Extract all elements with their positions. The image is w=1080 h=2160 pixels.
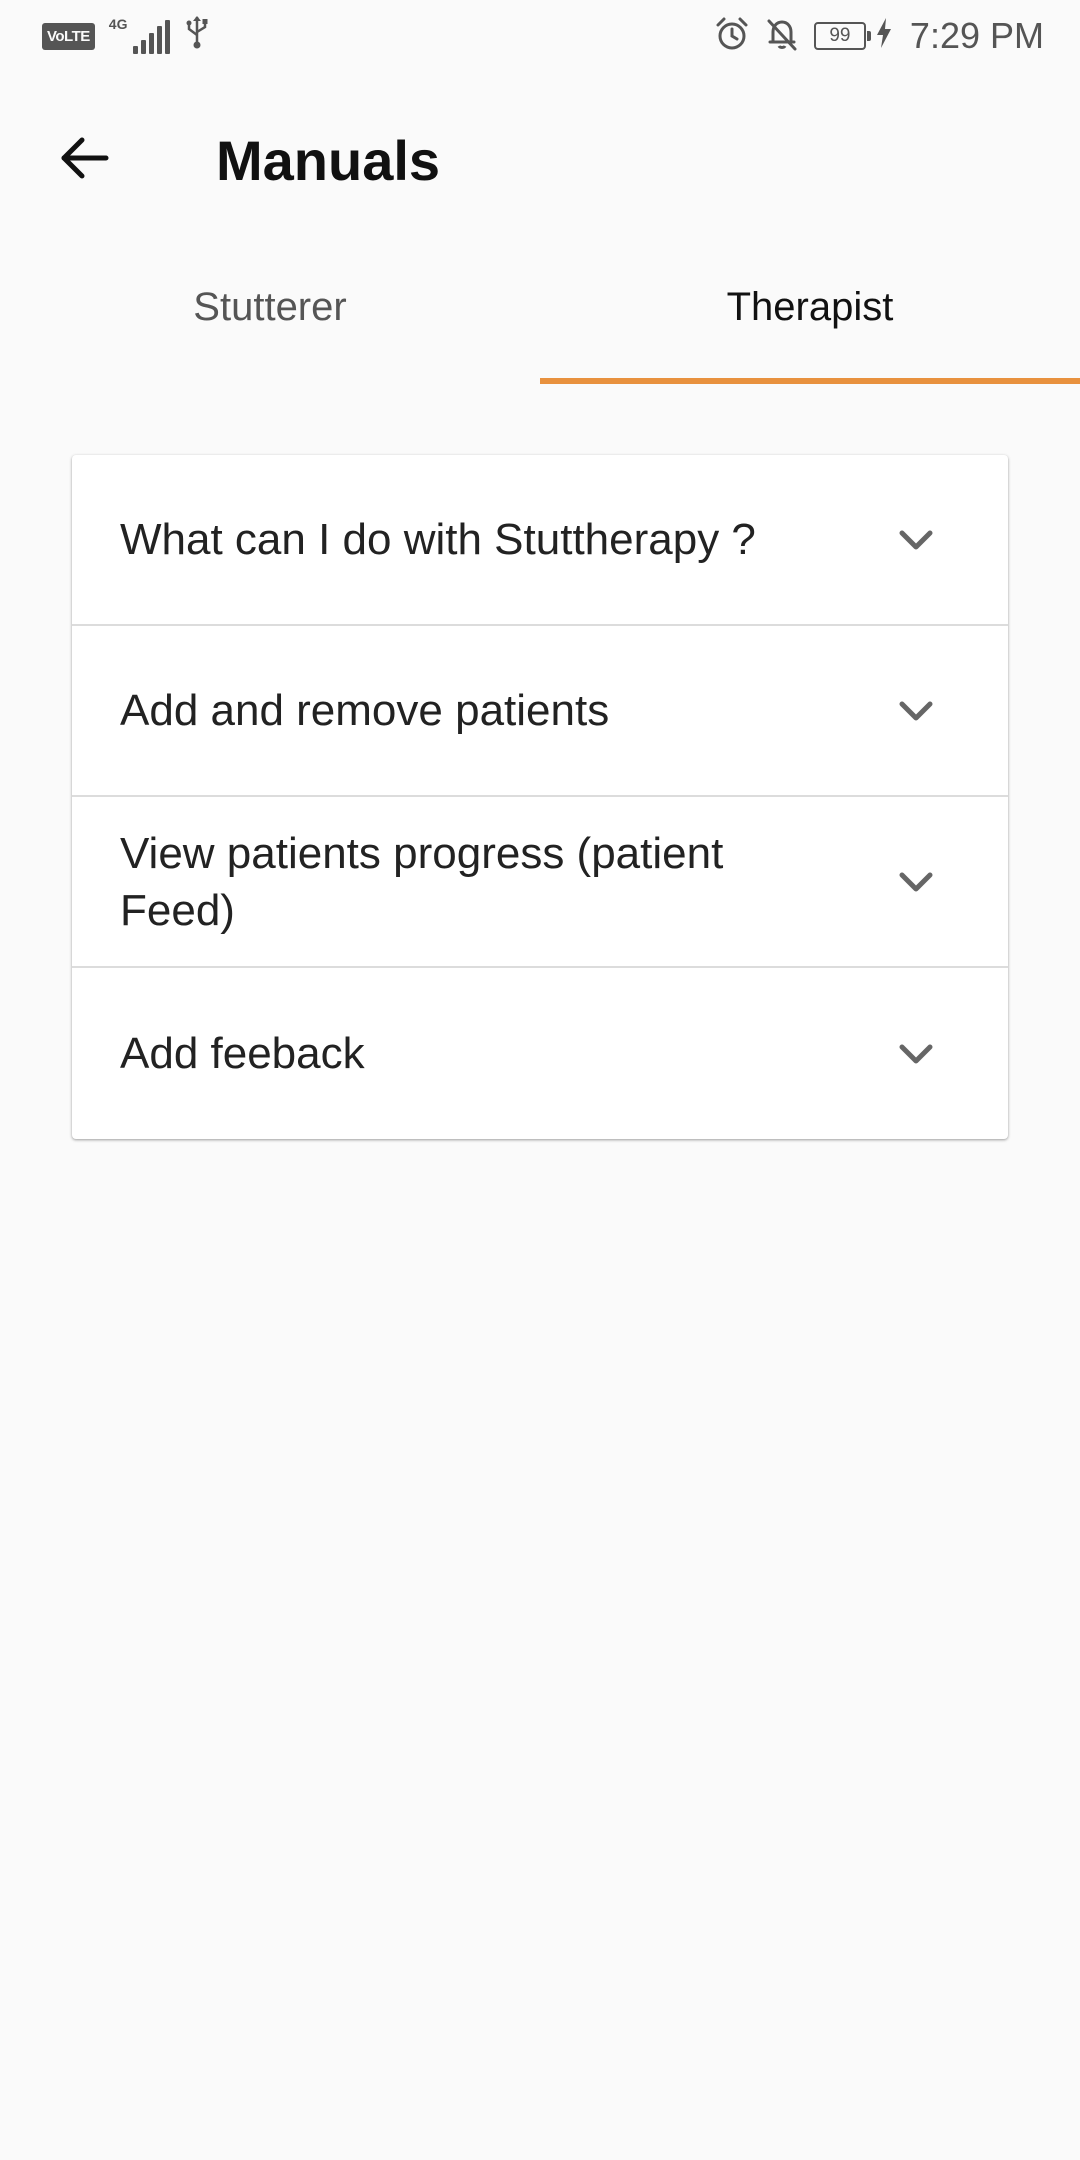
chevron-down-icon[interactable] [894,689,938,733]
status-bar: VoLTE 4G 99 7:29 PM [0,0,1080,72]
tab-bar: Stutterer Therapist [0,250,1080,384]
alarm-icon [714,16,750,57]
tab-stutterer[interactable]: Stutterer [0,250,540,384]
charging-icon [876,17,892,55]
accordion-item-view-progress[interactable]: View patients progress (patient Feed) [72,797,1008,968]
accordion-item-add-feedback[interactable]: Add feeback [72,968,1008,1139]
accordion-item-title: Add and remove patients [120,686,610,735]
bell-off-icon [764,16,800,57]
accordion-item-title: Add feeback [120,1029,365,1078]
accordion-item-what-can-i-do[interactable]: What can I do with Stuttherapy ? [72,455,1008,626]
volte-icon: VoLTE [42,22,95,50]
accordion-item-title: What can I do with Stuttherapy ? [120,515,756,564]
tab-therapist[interactable]: Therapist [540,250,1080,384]
status-left: VoLTE 4G [42,15,210,57]
chevron-down-icon[interactable] [894,1032,938,1076]
chevron-down-icon[interactable] [894,860,938,904]
status-time: 7:29 PM [909,15,1044,56]
signal-bars [132,20,170,54]
usb-icon [184,15,210,57]
page-title: Manuals [216,128,441,192]
accordion-item-title: View patients progress (patient Feed) [120,828,724,935]
manuals-accordion: What can I do with Stuttherapy ? Add and… [72,455,1008,1139]
arrow-left-icon [56,130,112,191]
manuals-screen: VoLTE 4G 99 7:29 PM Manuals Stutterer Th… [0,0,1080,2160]
signal-icon: 4G [108,16,170,54]
app-bar: Manuals [0,100,1080,220]
back-button[interactable] [34,110,134,210]
battery-icon: 99 [813,22,871,50]
chevron-down-icon[interactable] [894,518,938,562]
status-right: 99 7:29 PM [714,15,1044,57]
accordion-item-add-remove-patients[interactable]: Add and remove patients [72,626,1008,797]
network-type: 4G [108,16,128,32]
